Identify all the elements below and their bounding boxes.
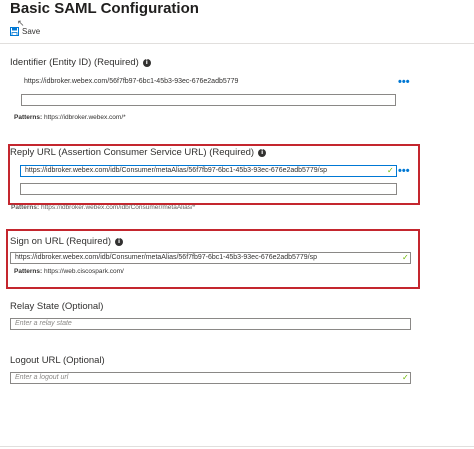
identifier-value[interactable]: https://idbroker.webex.com/56f7fb97-6bc1… bbox=[24, 78, 238, 85]
sign-on-url-patterns: Patterns: https://web.ciscospark.com/ bbox=[14, 268, 124, 275]
info-icon: i bbox=[258, 148, 267, 157]
reply-url-patterns: Patterns: https://idbroker.webex.com/idb… bbox=[11, 204, 196, 211]
identifier-patterns: Patterns: https://idbroker.webex.com/* bbox=[14, 114, 126, 121]
logout-url-label: Logout URL (Optional) bbox=[10, 355, 105, 366]
header-divider bbox=[0, 43, 474, 44]
identifier-new-input[interactable] bbox=[21, 94, 396, 106]
save-label: Save bbox=[22, 27, 41, 36]
page-title: Basic SAML Configuration bbox=[10, 0, 199, 17]
sign-on-url-valid-check-icon: ✓ bbox=[402, 253, 409, 262]
reply-url-input[interactable]: https://idbroker.webex.com/idb/Consumer/… bbox=[20, 165, 397, 177]
reply-url-label: Reply URL (Assertion Consumer Service UR… bbox=[10, 147, 267, 158]
reply-url-valid-check-icon: ✓ bbox=[387, 166, 394, 175]
sign-on-url-label: Sign on URL (Required) i bbox=[10, 236, 124, 247]
identifier-label: Identifier (Entity ID) (Required) i bbox=[10, 57, 151, 68]
info-icon: i bbox=[115, 237, 124, 246]
identifier-more-icon[interactable]: ••• bbox=[398, 77, 410, 88]
relay-state-input[interactable]: Enter a relay state bbox=[10, 318, 411, 330]
save-button[interactable]: Save bbox=[10, 27, 40, 36]
logout-url-input[interactable]: Enter a logout url bbox=[10, 372, 411, 384]
relay-state-label: Relay State (Optional) bbox=[10, 301, 104, 312]
save-icon bbox=[10, 27, 19, 36]
bottom-divider bbox=[0, 446, 474, 447]
reply-url-new-input[interactable] bbox=[20, 183, 397, 195]
reply-url-more-icon[interactable]: ••• bbox=[398, 166, 410, 177]
logout-url-valid-check-icon: ✓ bbox=[402, 373, 409, 382]
sign-on-url-input[interactable]: https://idbroker.webex.com/idb/Consumer/… bbox=[10, 252, 411, 264]
info-icon: i bbox=[142, 58, 151, 67]
